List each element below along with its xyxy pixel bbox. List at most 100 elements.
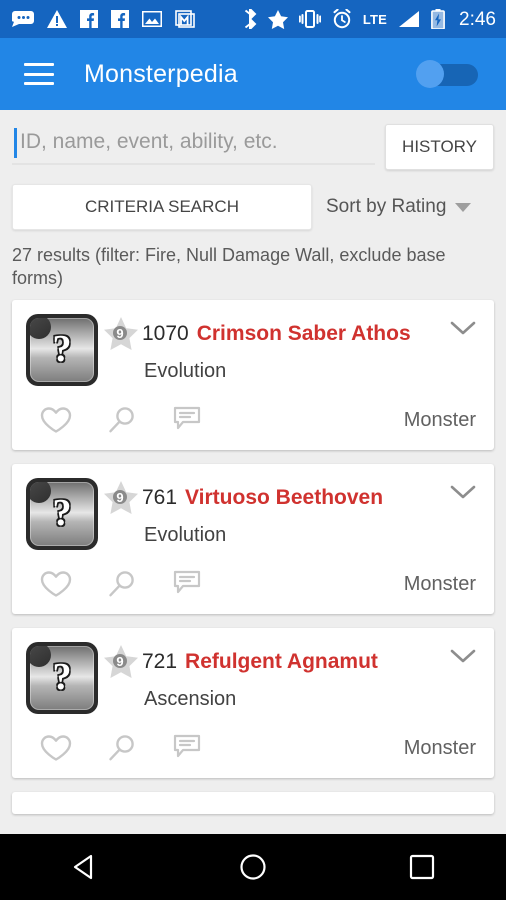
card-type-label: Monster: [403, 736, 476, 759]
clock-label: 2:46: [459, 8, 496, 30]
rarity-star-badge: 9: [102, 644, 140, 680]
thumb-inner: ?: [30, 318, 94, 383]
card-title-line: 9 721 Refulgent Agnamut: [102, 644, 480, 680]
card-title-line: 9 1070 Crimson Saber Athos: [102, 316, 480, 352]
list-item[interactable]: ? 9 1070 Crimson Saber Athos Evolution M…: [12, 300, 494, 451]
question-mark-glyph: ?: [52, 328, 72, 371]
card-actions: Monster: [26, 564, 480, 604]
unknown-monster-placeholder-icon[interactable]: ?: [26, 314, 98, 387]
card-header: ? 9 761 Virtuoso Beethoven Evolution: [26, 478, 480, 551]
search-magnifier-icon[interactable]: [100, 728, 144, 768]
unknown-monster-placeholder-icon[interactable]: ?: [26, 642, 98, 715]
status-bar: LTE 2:46: [0, 0, 506, 38]
search-field-wrapper: [12, 122, 376, 165]
monster-name: Crimson Saber Athos: [196, 322, 411, 346]
recents-button[interactable]: [382, 834, 462, 900]
expand-card-button[interactable]: [446, 642, 480, 670]
bluetooth-icon: [244, 9, 257, 29]
hamburger-icon[interactable]: [24, 63, 54, 85]
history-button[interactable]: HISTORY: [385, 124, 494, 170]
card-text-block: 9 721 Refulgent Agnamut Ascension: [102, 642, 480, 711]
facebook-icon: [80, 10, 98, 28]
monster-id: 1070: [142, 322, 189, 346]
app-bar: Monsterpedia: [0, 38, 506, 110]
search-row: HISTORY: [0, 110, 506, 170]
thumb-inner: ?: [30, 646, 94, 711]
card-type-label: Monster: [403, 572, 476, 595]
card-header: ? 9 721 Refulgent Agnamut Ascension: [26, 642, 480, 715]
android-navigation-bar: [0, 834, 506, 900]
monster-id: 721: [142, 650, 178, 674]
list-item[interactable]: ? 9 761 Virtuoso Beethoven Evolution Mon…: [12, 464, 494, 615]
recents-square-icon: [409, 854, 434, 880]
question-mark-glyph: ?: [52, 492, 72, 535]
monster-subtitle: Evolution: [144, 524, 227, 547]
expand-card-button[interactable]: [446, 478, 480, 506]
list-item[interactable]: ? 9 721 Refulgent Agnamut Ascension Mons…: [12, 628, 494, 779]
card-actions: Monster: [26, 728, 480, 768]
thumb-inner: ?: [30, 482, 94, 547]
star-icon: [267, 9, 288, 29]
monster-subtitle: Ascension: [144, 688, 237, 711]
rarity-star-badge: 9: [102, 480, 140, 516]
criteria-search-button[interactable]: CRITERIA SEARCH: [12, 184, 312, 230]
vibrate-icon: [298, 10, 321, 28]
status-bar-left-icons: [12, 10, 195, 28]
comment-bubble-icon[interactable]: [166, 564, 210, 604]
back-triangle-icon: [74, 854, 93, 880]
card-title-line: 9 761 Virtuoso Beethoven: [102, 480, 480, 516]
sort-dropdown[interactable]: Sort by Rating: [326, 196, 472, 218]
signal-icon: [399, 11, 420, 27]
results-list: ? 9 1070 Crimson Saber Athos Evolution M…: [0, 290, 506, 815]
card-text-block: 9 761 Virtuoso Beethoven Evolution: [102, 478, 480, 547]
sort-dropdown-label: Sort by Rating: [326, 196, 447, 217]
card-type-label: Monster: [403, 408, 476, 431]
criteria-row: CRITERIA SEARCH Sort by Rating: [0, 170, 506, 230]
rarity-value: 9: [116, 489, 124, 505]
chevron-down-icon: [450, 485, 476, 498]
favorite-heart-icon[interactable]: [34, 400, 78, 440]
monster-subtitle: Evolution: [144, 360, 227, 383]
monster-name: Virtuoso Beethoven: [185, 486, 384, 510]
favorite-heart-icon[interactable]: [34, 564, 78, 604]
comment-bubble-icon[interactable]: [166, 728, 210, 768]
sms-icon: [12, 11, 34, 27]
gmail-icon: [175, 10, 195, 28]
facebook-icon: [111, 10, 129, 28]
question-mark-glyph: ?: [52, 656, 72, 699]
rarity-value: 9: [116, 653, 124, 669]
rarity-star-badge: 9: [102, 316, 140, 352]
status-bar-right-icons: LTE 2:46: [244, 9, 496, 29]
list-item-partial[interactable]: [12, 792, 494, 815]
battery-charging-icon: [431, 9, 445, 29]
search-magnifier-icon[interactable]: [100, 400, 144, 440]
home-circle-icon: [240, 854, 266, 880]
photo-icon: [142, 11, 162, 27]
results-summary: 27 results (filter: Fire, Null Damage Wa…: [12, 245, 446, 289]
alarm-icon: [333, 9, 351, 29]
phone-screen: LTE 2:46 Monsterpedia ID, name, event, a…: [0, 0, 506, 900]
card-text-block: 9 1070 Crimson Saber Athos Evolution: [102, 314, 480, 383]
card-actions: Monster: [26, 400, 480, 440]
appbar-toggle-switch[interactable]: [416, 60, 478, 88]
unknown-monster-placeholder-icon[interactable]: ?: [26, 478, 98, 551]
search-input[interactable]: [12, 122, 376, 165]
search-magnifier-icon[interactable]: [100, 564, 144, 604]
rarity-value: 9: [116, 325, 124, 341]
home-button[interactable]: [213, 834, 293, 900]
toggle-knob: [416, 60, 444, 88]
card-header: ? 9 1070 Crimson Saber Athos Evolution: [26, 314, 480, 387]
warning-icon: [47, 10, 67, 28]
monster-name: Refulgent Agnamut: [185, 650, 378, 674]
page-title: Monsterpedia: [84, 59, 238, 88]
chevron-down-icon: [450, 649, 476, 662]
favorite-heart-icon[interactable]: [34, 728, 78, 768]
chevron-down-icon: [450, 321, 476, 334]
monster-id: 761: [142, 486, 178, 510]
text-caret: [14, 128, 17, 158]
back-button[interactable]: [44, 834, 124, 900]
comment-bubble-icon[interactable]: [166, 400, 210, 440]
chevron-down-icon: [455, 202, 472, 212]
expand-card-button[interactable]: [446, 314, 480, 342]
network-type-label: LTE: [362, 11, 388, 27]
